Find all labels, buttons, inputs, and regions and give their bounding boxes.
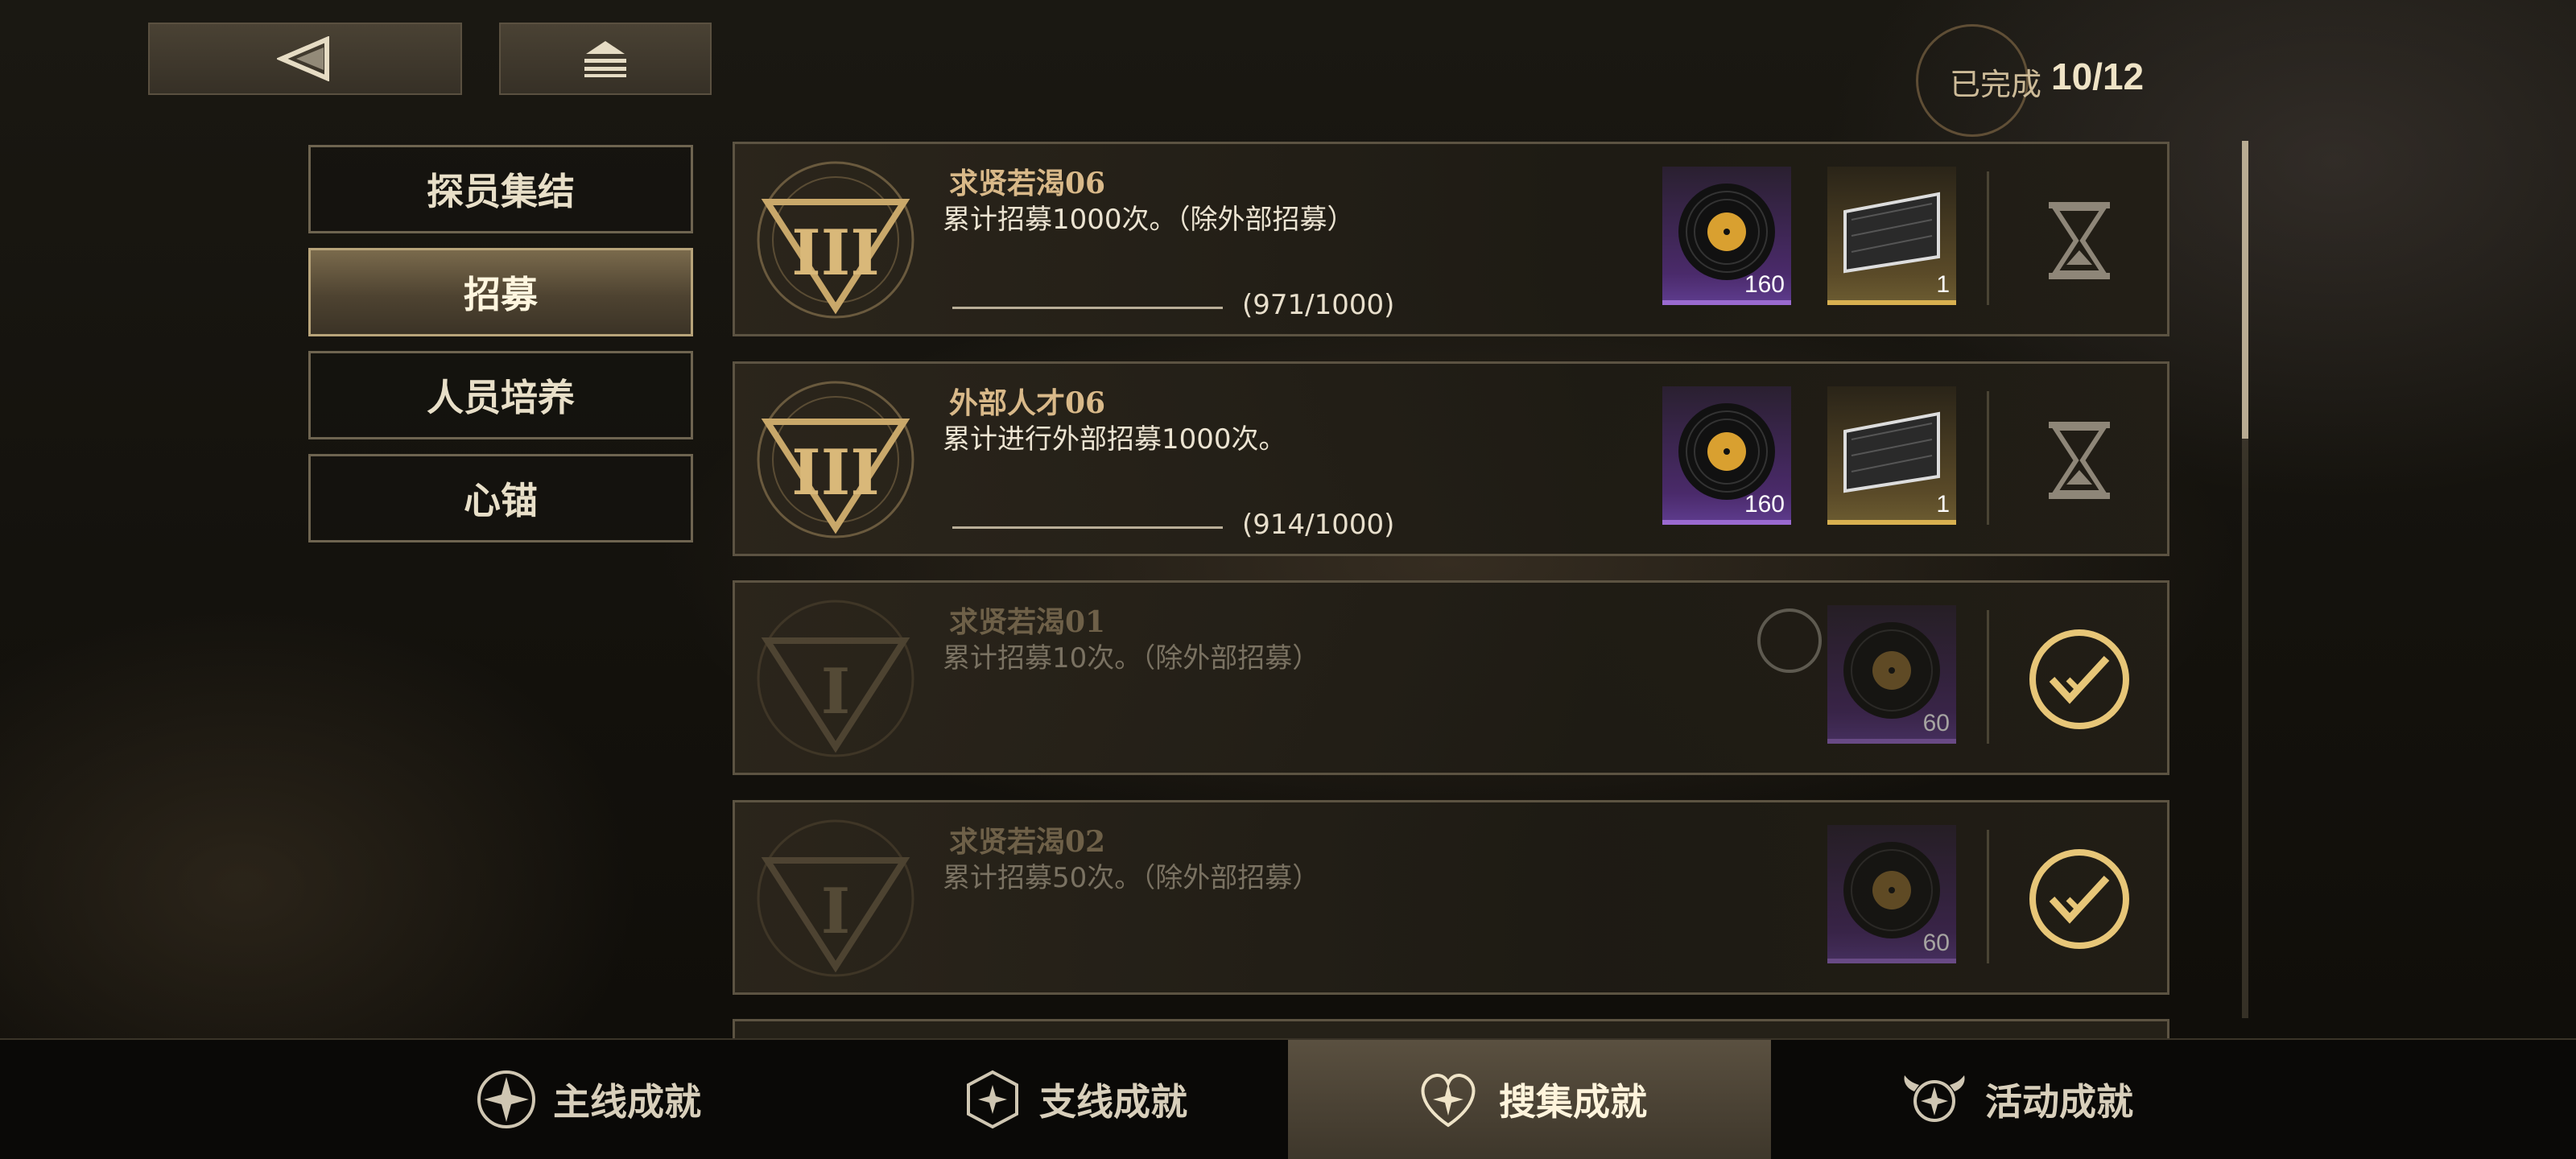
- svg-text:III: III: [791, 436, 879, 509]
- achievement-description: 累计招募10次。（除外部招募）: [943, 642, 1320, 674]
- side-tab-recruit[interactable]: 招募: [308, 248, 693, 336]
- completion-counter: 已完成 10/12: [1916, 24, 2157, 137]
- check-circle-icon: [2023, 843, 2136, 955]
- achievement-title: 求贤若渴06: [949, 167, 1106, 200]
- hourglass-icon: [2023, 404, 2136, 517]
- card-divider: [1987, 610, 1989, 744]
- side-tab-heart-anchor[interactable]: 心锚: [308, 454, 693, 542]
- tab-event-achievements[interactable]: 活动成就: [1774, 1040, 2257, 1159]
- tab-label: 搜集成就: [1499, 1080, 1647, 1124]
- reward-card[interactable]: 1: [1827, 386, 1956, 525]
- achievement-title: 求贤若渴02: [949, 825, 1106, 859]
- progress-bar: [952, 526, 1223, 529]
- tab-label: 支线成就: [1039, 1080, 1187, 1124]
- reward-record[interactable]: 60: [1827, 605, 1956, 744]
- circle-marker-icon: [1757, 608, 1822, 673]
- achievement-description: 累计招募50次。（除外部招募）: [943, 862, 1320, 894]
- card-divider: [1987, 830, 1989, 963]
- achievement-card[interactable]: I 求贤若渴01 累计招募10次。（除外部招募） 60: [733, 580, 2169, 775]
- achievement-title: 求贤若渴01: [949, 605, 1106, 639]
- scrollbar-thumb[interactable]: [2242, 141, 2248, 439]
- heart-star-icon: [1412, 1067, 1484, 1132]
- side-hex-icon: [960, 1067, 1025, 1132]
- progress-text: (971/1000): [1242, 289, 1395, 321]
- progress-text: (914/1000): [1242, 509, 1395, 541]
- back-triangle-icon: [277, 36, 333, 81]
- tab-side-achievements[interactable]: 支线成就: [832, 1040, 1315, 1159]
- achievement-card[interactable]: III 求贤若渴06 累计招募1000次。（除外部招募） (971/1000) …: [733, 142, 2169, 336]
- side-tab-label: 招募: [464, 273, 538, 316]
- completion-label: 已完成: [1950, 67, 2042, 102]
- svg-text:III: III: [791, 217, 879, 290]
- tier-iii-emblem-icon: III: [751, 375, 920, 544]
- achievement-description: 累计进行外部招募1000次。: [943, 423, 1286, 456]
- reward-quantity: 60: [1922, 710, 1950, 736]
- tier-i-emblem-icon: I: [751, 594, 920, 763]
- side-tab-agents[interactable]: 探员集结: [308, 145, 693, 233]
- achievement-description: 累计招募1000次。（除外部招募）: [943, 204, 1355, 236]
- reward-record[interactable]: 160: [1662, 167, 1791, 305]
- tab-collection-achievements[interactable]: 搜集成就: [1288, 1040, 1771, 1159]
- reward-quantity: 1: [1936, 271, 1950, 298]
- reward-quantity: 160: [1744, 491, 1785, 518]
- home-button[interactable]: [499, 23, 712, 95]
- tier-iii-emblem-icon: III: [751, 155, 920, 324]
- tab-main-achievements[interactable]: 主线成就: [346, 1040, 829, 1159]
- svg-text:I: I: [821, 875, 851, 948]
- reward-quantity: 1: [1936, 491, 1950, 518]
- reward-record[interactable]: 160: [1662, 386, 1791, 525]
- reward-card[interactable]: 1: [1827, 167, 1956, 305]
- achievement-card[interactable]: I 求贤若渴02 累计招募50次。（除外部招募） 60: [733, 800, 2169, 995]
- achievement-card[interactable]: III 外部人才06 累计进行外部招募1000次。 (914/1000) 160: [733, 361, 2169, 556]
- black-card-icon: [1835, 188, 1948, 279]
- tier-i-emblem-icon: I: [751, 814, 920, 983]
- check-circle-icon: [2023, 623, 2136, 736]
- achievement-card-partial[interactable]: [733, 1019, 2169, 1038]
- back-button[interactable]: [148, 23, 462, 95]
- svg-text:I: I: [821, 655, 851, 728]
- completion-value: 10/12: [2051, 56, 2145, 97]
- card-divider: [1987, 391, 1989, 525]
- home-stack-icon: [580, 39, 631, 78]
- reward-record[interactable]: 60: [1827, 825, 1956, 963]
- progress-bar: [952, 307, 1223, 309]
- tab-label: 主线成就: [553, 1080, 701, 1124]
- hourglass-icon: [2023, 184, 2136, 297]
- side-tab-label: 人员培养: [427, 376, 575, 419]
- side-tab-label: 探员集结: [427, 170, 575, 213]
- side-tab-training[interactable]: 人员培养: [308, 351, 693, 439]
- achievement-title: 外部人才06: [949, 386, 1106, 420]
- wing-star-icon: [1898, 1067, 1971, 1132]
- card-divider: [1987, 171, 1989, 305]
- black-card-icon: [1835, 407, 1948, 499]
- tab-label: 活动成就: [1985, 1080, 2133, 1124]
- reward-quantity: 160: [1744, 271, 1785, 298]
- main-star-shield-icon: [474, 1067, 539, 1132]
- side-tab-label: 心锚: [464, 479, 538, 522]
- reward-quantity: 60: [1922, 930, 1950, 956]
